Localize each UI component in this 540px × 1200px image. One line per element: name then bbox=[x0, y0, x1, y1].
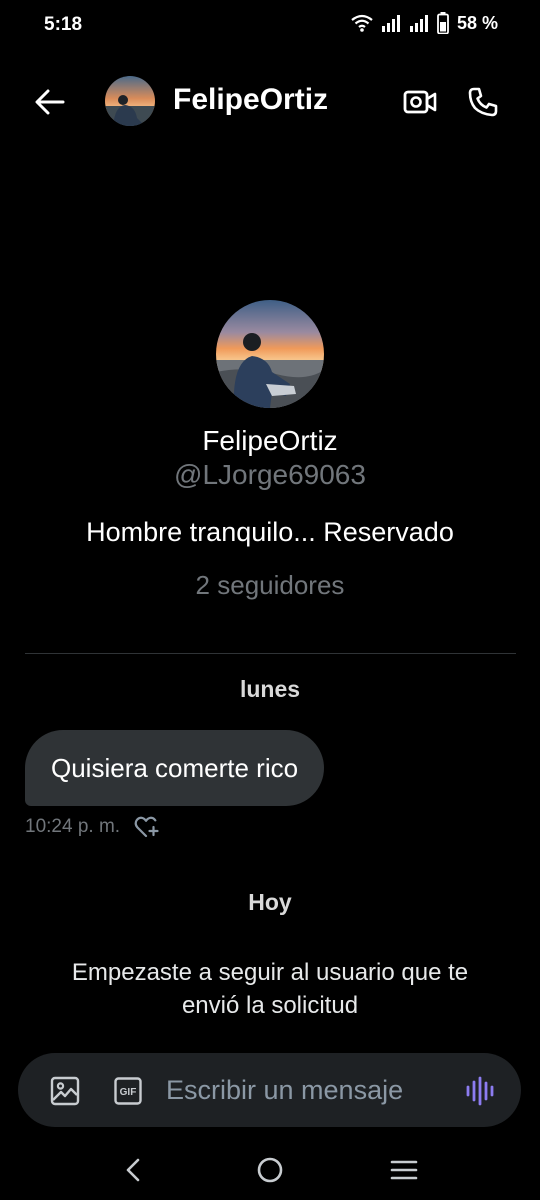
signal-icon bbox=[409, 13, 429, 33]
message-meta: 10:24 p. m. bbox=[25, 814, 160, 840]
conversation-header: FelipeOrtiz bbox=[0, 70, 540, 132]
wifi-icon bbox=[351, 13, 373, 33]
day-separator: Hoy bbox=[248, 889, 292, 915]
gif-icon: GIF bbox=[114, 1077, 142, 1105]
status-bar: 5:18 58 % bbox=[0, 0, 540, 52]
back-button[interactable] bbox=[30, 82, 70, 122]
arrow-left-icon bbox=[35, 89, 65, 115]
voice-call-button[interactable] bbox=[463, 82, 503, 122]
nav-back-icon bbox=[126, 1158, 140, 1182]
voice-wave-icon bbox=[466, 1076, 494, 1106]
system-navigation-bar bbox=[0, 1140, 540, 1200]
add-gif-button[interactable]: GIF bbox=[114, 1077, 142, 1105]
status-icons: 58 % bbox=[351, 12, 498, 34]
message-timestamp: 10:24 p. m. bbox=[25, 816, 121, 837]
video-call-button[interactable] bbox=[400, 82, 440, 122]
profile-avatar[interactable] bbox=[216, 300, 324, 408]
profile-card: FelipeOrtiz @LJorge69063 Hombre tranquil… bbox=[0, 300, 540, 601]
message-composer: GIF bbox=[18, 1053, 521, 1127]
message-text: Quisiera comerte rico bbox=[51, 752, 299, 783]
image-icon bbox=[50, 1076, 80, 1106]
battery-icon bbox=[437, 12, 449, 34]
signal-icon bbox=[381, 13, 401, 33]
message-bubble[interactable]: Quisiera comerte rico bbox=[25, 730, 325, 806]
divider bbox=[25, 653, 516, 654]
status-time: 5:18 bbox=[44, 14, 83, 35]
add-media-button[interactable] bbox=[50, 1076, 80, 1106]
profile-handle: @LJorge69063 bbox=[174, 459, 366, 490]
profile-bio: Hombre tranquilo... Reservado bbox=[86, 517, 454, 547]
battery-percentage: 58 % bbox=[456, 12, 498, 33]
video-call-icon bbox=[403, 90, 437, 114]
heart-plus-icon bbox=[134, 816, 159, 838]
nav-home-icon bbox=[257, 1157, 283, 1183]
followers-count[interactable]: 2 seguidores bbox=[0, 570, 540, 601]
day-separator: lunes bbox=[239, 676, 301, 702]
header-display-name[interactable]: FelipeOrtiz bbox=[173, 83, 328, 117]
svg-text:GIF: GIF bbox=[120, 1087, 137, 1098]
nav-recents-icon bbox=[390, 1160, 418, 1180]
profile-display-name: FelipeOrtiz bbox=[202, 425, 338, 456]
system-message: Empezaste a seguir al usuario que te env… bbox=[71, 959, 469, 1019]
nav-home-button[interactable] bbox=[254, 1154, 286, 1186]
message-input[interactable] bbox=[166, 1069, 456, 1111]
dm-conversation-screen: 5:18 58 % FelipeOrtiz FelipeOrtiz @LJorg… bbox=[0, 0, 540, 1200]
phone-icon bbox=[468, 87, 498, 117]
nav-back-button[interactable] bbox=[118, 1154, 150, 1186]
add-reaction-button[interactable] bbox=[134, 814, 160, 840]
header-avatar[interactable] bbox=[105, 76, 155, 126]
nav-recents-button[interactable] bbox=[388, 1154, 420, 1186]
voice-message-button[interactable] bbox=[464, 1075, 496, 1107]
